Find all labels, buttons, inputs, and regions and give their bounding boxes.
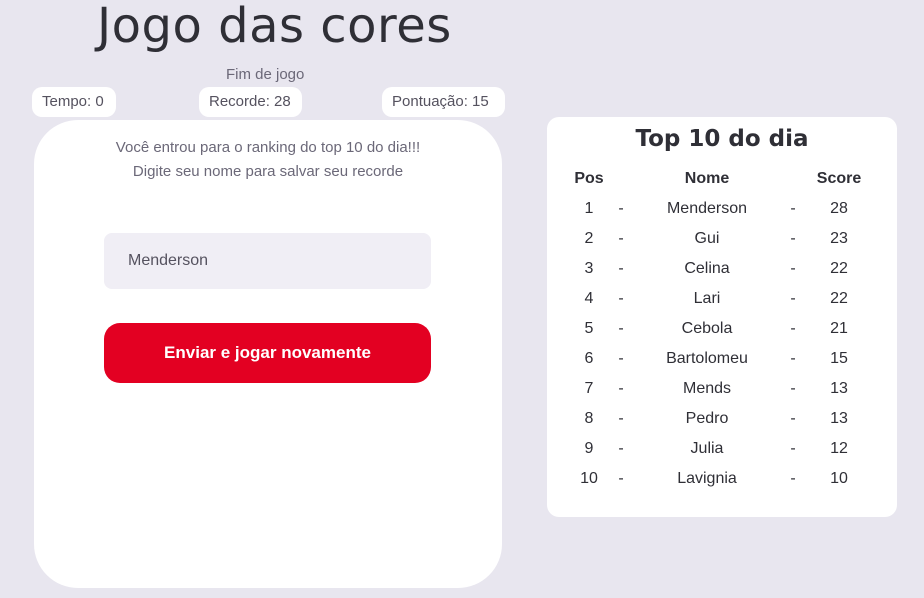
rank-score: 22 — [830, 290, 848, 307]
record-badge: Recorde: 28 — [199, 87, 302, 117]
rank-score: 13 — [830, 380, 848, 397]
rank-pos: 4 — [584, 290, 594, 307]
rank-pos: 8 — [584, 410, 594, 427]
rank-separator: - — [790, 380, 796, 397]
message-line-2: Digite seu nome para salvar seu recorde — [132, 163, 404, 180]
rank-separator: - — [618, 380, 624, 397]
score-badge: Pontuação: 15 — [382, 87, 505, 117]
rank-name: Julia — [690, 440, 724, 457]
player-name-input[interactable] — [104, 233, 431, 289]
rank-name: Celina — [684, 260, 730, 277]
rank-name: Bartolomeu — [666, 350, 748, 367]
header-score: Score — [816, 170, 862, 187]
rank-separator: - — [790, 320, 796, 337]
page-title: Jogo das cores — [97, 0, 452, 54]
rank-score: 28 — [830, 200, 848, 217]
rank-separator: - — [790, 230, 796, 247]
rank-separator: - — [618, 440, 624, 457]
rank-pos: 1 — [584, 200, 594, 217]
ranking-row: 8 - Pedro - 13 — [547, 405, 897, 435]
rank-separator: - — [790, 410, 796, 427]
rank-separator: - — [618, 470, 624, 487]
rank-name: Menderson — [666, 200, 748, 217]
rank-separator: - — [618, 320, 624, 337]
game-status: Fim de jogo — [226, 66, 305, 83]
ranking-header-row: Pos Nome Score — [547, 165, 897, 195]
ranking-row: 7 - Mends - 13 — [547, 375, 897, 405]
rank-name: Cebola — [681, 320, 733, 337]
ranking-panel: Top 10 do dia Pos Nome Score 1 - Menderson… — [547, 117, 897, 517]
rank-score: 22 — [830, 260, 848, 277]
header-name: Nome — [684, 170, 730, 187]
time-badge: Tempo: 0 — [32, 87, 116, 117]
rank-pos: 9 — [584, 440, 594, 457]
ranking-row: 9 - Julia - 12 — [547, 435, 897, 465]
rank-separator: - — [790, 290, 796, 307]
rank-score: 15 — [830, 350, 848, 367]
ranking-row: 3 - Celina - 22 — [547, 255, 897, 285]
ranking-message: Você entrou para o ranking do top 10 do … — [34, 136, 502, 184]
ranking-title: Top 10 do dia — [635, 126, 809, 152]
rank-name: Mends — [682, 380, 732, 397]
rank-name: Pedro — [685, 410, 729, 427]
rank-pos: 5 — [584, 320, 594, 337]
rank-pos: 7 — [584, 380, 594, 397]
rank-score: 21 — [830, 320, 848, 337]
ranking-row: 10 - Lavignia - 10 — [547, 465, 897, 495]
rank-separator: - — [618, 230, 624, 247]
ranking-row: 5 - Cebola - 21 — [547, 315, 897, 345]
rank-separator: - — [790, 200, 796, 217]
ranking-row: 2 - Gui - 23 — [547, 225, 897, 255]
ranking-row: 4 - Lari - 22 — [547, 285, 897, 315]
rank-separator: - — [790, 260, 796, 277]
rank-name: Lari — [693, 290, 721, 307]
rank-name: Lavignia — [677, 470, 737, 487]
rank-separator: - — [618, 350, 624, 367]
rank-pos: 2 — [584, 230, 594, 247]
rank-score: 23 — [830, 230, 848, 247]
rank-separator: - — [618, 260, 624, 277]
rank-pos: 10 — [580, 470, 598, 487]
rank-separator: - — [790, 470, 796, 487]
rank-score: 13 — [830, 410, 848, 427]
rank-pos: 3 — [584, 260, 594, 277]
header-pos: Pos — [574, 170, 604, 187]
rank-pos: 6 — [584, 350, 594, 367]
rank-separator: - — [618, 290, 624, 307]
rank-separator: - — [790, 350, 796, 367]
rank-separator: - — [618, 200, 624, 217]
message-line-1: Você entrou para o ranking do top 10 do … — [115, 139, 421, 156]
submit-and-replay-button[interactable]: Enviar e jogar novamente — [104, 323, 431, 383]
rank-separator: - — [790, 440, 796, 457]
ranking-row: 6 - Bartolomeu - 15 — [547, 345, 897, 375]
ranking-row: 1 - Menderson - 28 — [547, 195, 897, 225]
rank-separator: - — [618, 410, 624, 427]
game-over-card: Você entrou para o ranking do top 10 do … — [34, 120, 502, 588]
rank-score: 12 — [830, 440, 848, 457]
rank-name: Gui — [694, 230, 720, 247]
rank-score: 10 — [830, 470, 848, 487]
